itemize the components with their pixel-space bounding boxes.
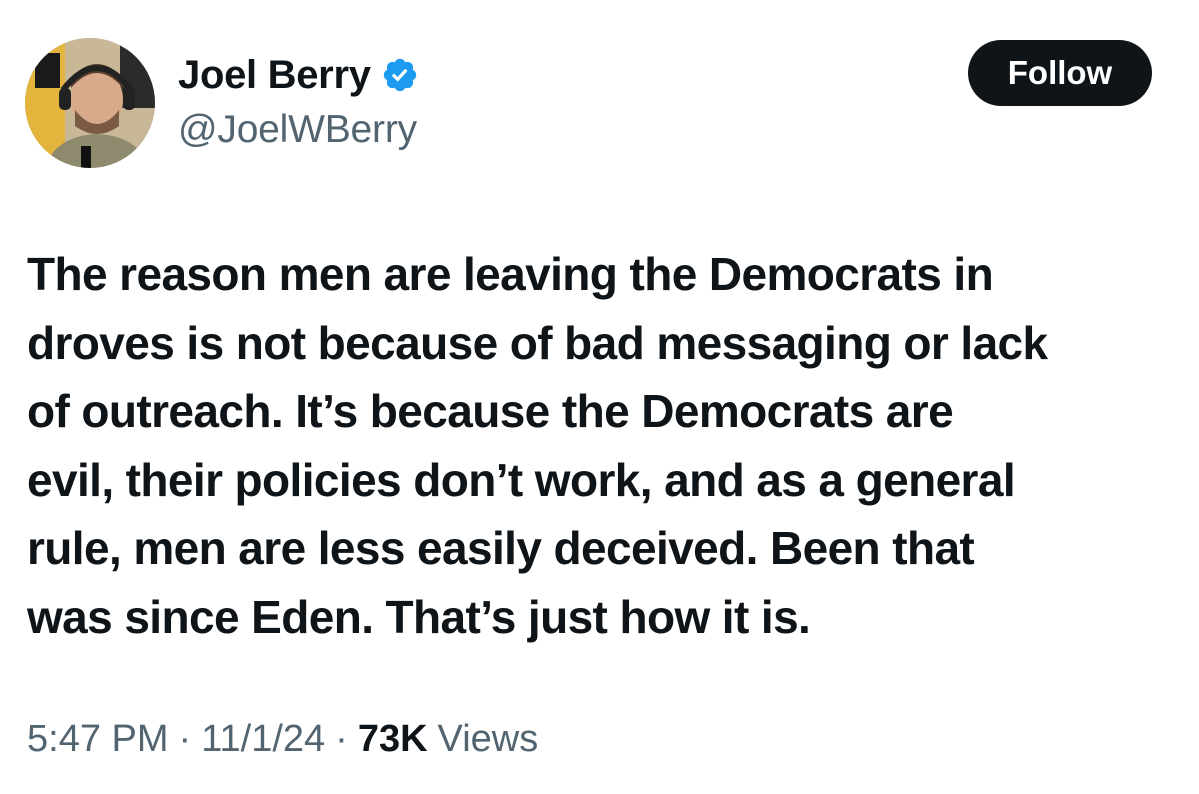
tweet-metadata: 5:47 PM · 11/1/24 · 73K Views [27,718,538,761]
meta-separator: · [335,718,348,760]
tweet-card: Joel Berry @JoelWBerry Follow The reason… [0,0,1199,794]
follow-button[interactable]: Follow [968,40,1152,106]
views-label[interactable]: Views [438,718,539,761]
tweet-text: The reason men are leaving the Democrats… [27,240,1177,651]
tweet-text-line: droves is not because of bad messaging o… [27,316,1048,369]
author-display-name[interactable]: Joel Berry [178,53,371,98]
author-name-row: Joel Berry [178,50,419,100]
tweet-time[interactable]: 5:47 PM [27,718,169,761]
views-count[interactable]: 73K [358,718,428,761]
author-handle[interactable]: @JoelWBerry [178,108,417,152]
tweet-date[interactable]: 11/1/24 [201,718,325,761]
tweet-text-line: The reason men are leaving the Democrats… [27,248,994,300]
meta-separator: · [178,718,192,760]
verified-badge-icon [383,58,416,92]
tweet-text-line: was since Eden. That’s just how it is. [27,590,811,643]
tweet-text-line: rule, men are less easily deceived. Been… [27,522,975,574]
avatar-photo-icon [25,38,155,168]
avatar[interactable] [25,38,155,168]
tweet-text-line: evil, their policies don’t work, and as … [27,453,1016,506]
tweet-text-line: of outreach. It’s because the Democrats … [27,385,954,437]
